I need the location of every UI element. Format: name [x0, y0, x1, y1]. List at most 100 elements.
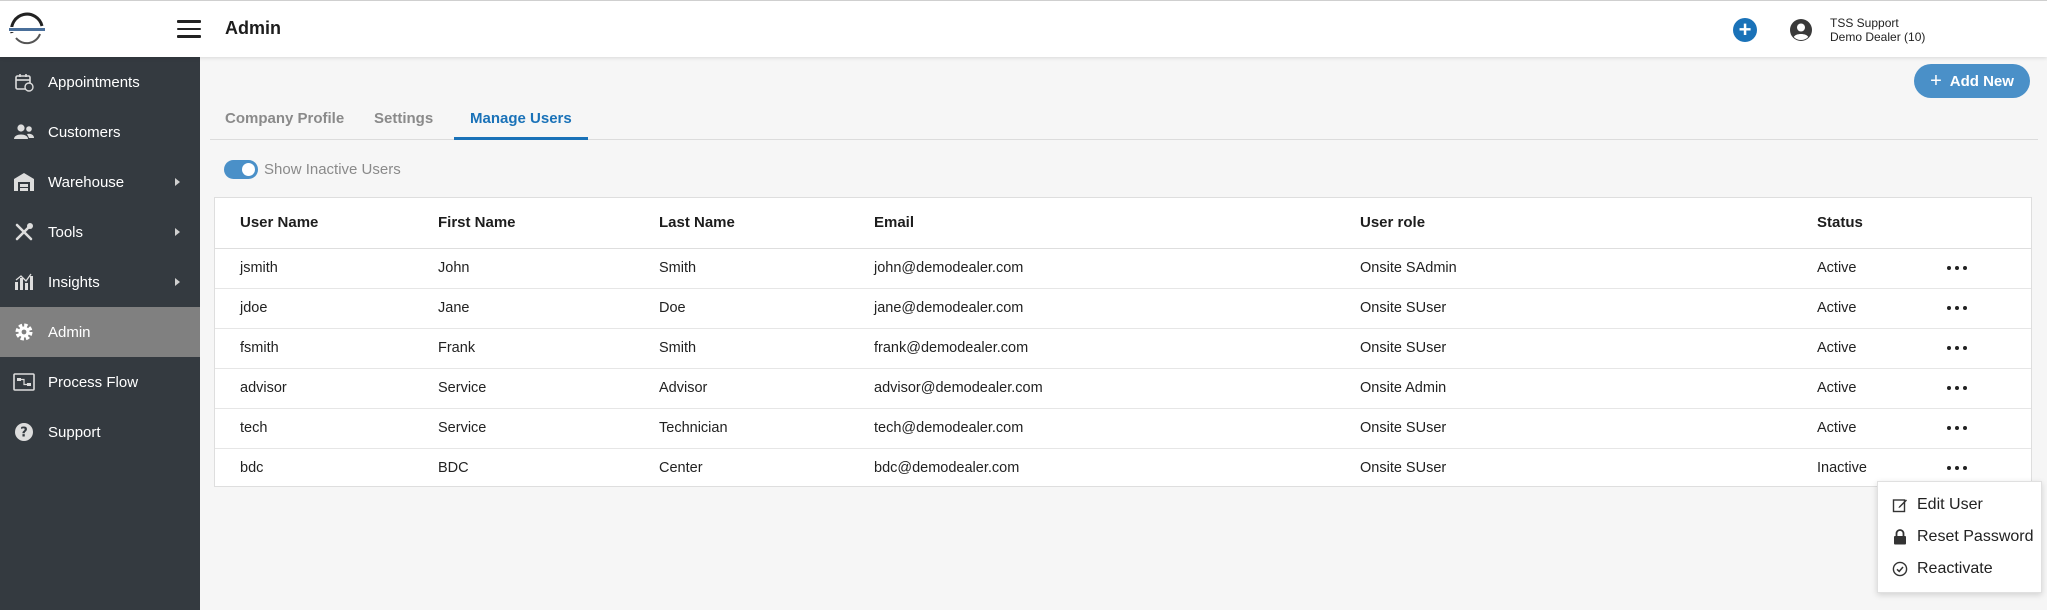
column-header[interactable]: User role: [1360, 198, 1817, 249]
cell-first-name: Frank: [438, 328, 659, 369]
more-options-icon[interactable]: [1947, 423, 1969, 433]
users-table: User Name First Name Last Name Email Use…: [214, 197, 2032, 487]
more-options-icon[interactable]: [1947, 463, 1969, 473]
cell-username: tech: [215, 408, 438, 449]
menu-item-label: Edit User: [1917, 496, 1983, 513]
more-options-icon[interactable]: [1947, 383, 1969, 393]
cell-email: tech@demodealer.com: [874, 408, 1360, 449]
add-circle-button[interactable]: +: [1733, 18, 1757, 42]
table-row[interactable]: fsmith Frank Smith frank@demodealer.com …: [215, 328, 2031, 369]
more-options-icon[interactable]: [1947, 303, 1969, 313]
sidebar-item-label: Appointments: [48, 73, 140, 91]
sidebar-item-label: Customers: [48, 123, 121, 141]
column-header[interactable]: First Name: [438, 198, 659, 249]
cell-last-name: Doe: [659, 288, 874, 329]
table-row[interactable]: advisor Service Advisor advisor@demodeal…: [215, 368, 2031, 409]
sidebar-item-label: Support: [48, 423, 101, 441]
cell-last-name: Smith: [659, 328, 874, 369]
sidebar-item-insights[interactable]: Insights: [0, 257, 200, 307]
cell-user-role: Onsite SUser: [1360, 460, 1447, 477]
cell-first-name: BDC: [438, 460, 469, 477]
cell-user-role: Onsite SUser: [1360, 288, 1817, 329]
cell-last-name: Advisor: [659, 368, 874, 409]
cell-email: john@demodealer.com: [874, 248, 1360, 289]
add-new-label: Add New: [1949, 72, 2014, 90]
add-new-button[interactable]: + Add New: [1914, 64, 2030, 98]
sidebar-item-support[interactable]: ? Support: [0, 407, 200, 457]
menu-toggle-button[interactable]: [177, 20, 201, 40]
chart-icon: [13, 271, 35, 293]
table-header-row: User Name First Name Last Name Email Use…: [215, 198, 2031, 249]
show-inactive-filter: Show Inactive Users: [224, 160, 401, 179]
column-header[interactable]: Email: [874, 198, 1360, 249]
column-header[interactable]: Last Name: [659, 198, 874, 249]
sidebar-item-label: Admin: [48, 323, 91, 341]
user-info[interactable]: TSS Support Demo Dealer (10): [1830, 16, 1925, 44]
cell-last-name: Center: [659, 460, 703, 477]
sidebar-item-customers[interactable]: Customers: [0, 107, 200, 157]
chevron-right-icon: [175, 228, 180, 236]
cell-username: advisor: [215, 368, 438, 409]
users-icon: [13, 121, 35, 143]
cell-last-name: Smith: [659, 248, 874, 289]
sidebar-item-label: Tools: [48, 223, 84, 241]
cell-username: jsmith: [215, 248, 438, 289]
calendar-icon: [13, 71, 35, 93]
cell-user-role: Onsite SAdmin: [1360, 248, 1817, 289]
show-inactive-toggle[interactable]: [224, 160, 258, 179]
cell-username: bdc: [240, 460, 264, 477]
cell-username: jdoe: [215, 288, 438, 329]
sidebar-item-label: Process Flow: [48, 373, 139, 391]
top-bar: Admin + TSS Support Demo Dealer (10): [0, 0, 2047, 57]
sidebar-item-label: Insights: [48, 273, 100, 291]
cell-user-role: Onsite SUser: [1360, 408, 1817, 449]
show-inactive-label: Show Inactive Users: [264, 161, 401, 178]
cell-status: Active: [1817, 368, 1947, 409]
svg-text:?: ?: [20, 426, 28, 441]
lock-icon: [1892, 529, 1908, 545]
tab-settings[interactable]: Settings: [374, 110, 433, 137]
sidebar-item-label: Warehouse: [48, 173, 125, 191]
cell-first-name: Service: [438, 368, 659, 409]
column-header[interactable]: User Name: [215, 198, 438, 249]
cell-email: frank@demodealer.com: [874, 328, 1360, 369]
chevron-right-icon: [175, 278, 180, 286]
user-avatar-icon[interactable]: [1789, 18, 1813, 42]
menu-item-reactivate[interactable]: Reactivate: [1878, 553, 2041, 585]
cell-first-name: John: [438, 248, 659, 289]
company-logo[interactable]: [6, 12, 48, 46]
cell-first-name: Jane: [438, 288, 659, 329]
tools-icon: [13, 221, 35, 243]
cell-status: Active: [1817, 288, 1947, 329]
cell-email: bdc@demodealer.com: [874, 460, 1020, 477]
row-actions-menu: Edit User Reset Password Reactivate: [1877, 481, 2042, 593]
cell-first-name: Service: [438, 408, 659, 449]
cell-username: fsmith: [215, 328, 438, 369]
tab-bar: Company Profile Settings Manage Users: [210, 100, 2038, 140]
column-header[interactable]: Status: [1817, 198, 1947, 249]
table-row[interactable]: tech Service Technician tech@demodealer.…: [215, 408, 2031, 449]
sidebar-item-admin[interactable]: Admin: [0, 307, 200, 357]
sidebar-item-process-flow[interactable]: Process Flow: [0, 357, 200, 407]
chevron-right-icon: [175, 178, 180, 186]
help-icon: ?: [13, 421, 35, 443]
menu-item-label: Reset Password: [1917, 528, 2034, 545]
menu-item-edit-user[interactable]: Edit User: [1878, 489, 2041, 521]
sidebar: Appointments Customers Warehouse Tools I…: [0, 57, 200, 610]
cell-user-role: Onsite SUser: [1360, 328, 1817, 369]
sidebar-item-appointments[interactable]: Appointments: [0, 57, 200, 107]
table-row[interactable]: jsmith John Smith john@demodealer.com On…: [215, 248, 2031, 289]
menu-item-reset-password[interactable]: Reset Password: [1878, 521, 2041, 553]
more-options-icon[interactable]: [1947, 263, 1969, 273]
more-options-icon[interactable]: [1947, 343, 1969, 353]
sidebar-item-tools[interactable]: Tools: [0, 207, 200, 257]
check-circle-icon: [1892, 561, 1908, 577]
page-title: Admin: [225, 18, 281, 38]
process-flow-icon: [13, 371, 35, 393]
table-row[interactable]: jdoe Jane Doe jane@demodealer.com Onsite…: [215, 288, 2031, 329]
tab-company-profile[interactable]: Company Profile: [225, 110, 344, 137]
sidebar-item-warehouse[interactable]: Warehouse: [0, 157, 200, 207]
tab-manage-users[interactable]: Manage Users: [454, 110, 588, 140]
table-row[interactable]: bdc BDC Center bdc@demodealer.com Onsite…: [215, 448, 2031, 488]
edit-icon: [1892, 497, 1908, 513]
